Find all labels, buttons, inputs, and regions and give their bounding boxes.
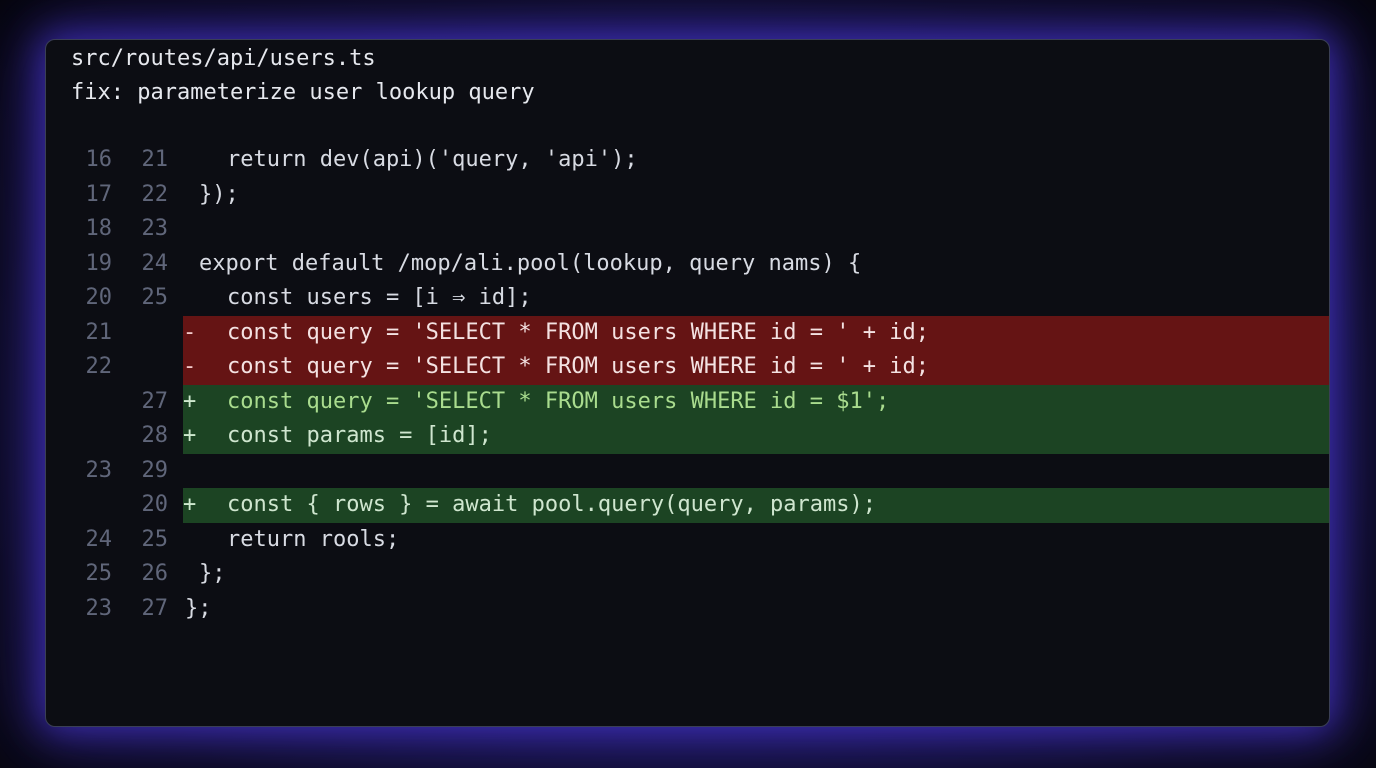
diff-line-deleted[interactable]: 22 - const query = 'SELECT * FROM users WH… <box>46 350 1329 385</box>
code-text: const query = 'SELECT * FROM users WHERE… <box>227 388 890 414</box>
diff-line-context[interactable]: 17 22}); <box>46 178 1329 213</box>
code-text: return dev(api)('query, 'api'); <box>227 147 638 172</box>
old-line-number: 19 <box>85 250 113 276</box>
code-text: const query = 'SELECT * FROM users WHERE… <box>227 354 929 379</box>
code-text: const params = [id]; <box>227 423 492 448</box>
diff-line-deleted[interactable]: 21 - const query = 'SELECT * FROM users WH… <box>46 315 1329 350</box>
old-line-number: 25 <box>85 561 113 586</box>
diff-line-context[interactable]: 18 23 <box>46 212 1329 247</box>
commit-message: fix: parameterize user lookup query <box>71 80 535 105</box>
plus-marker: + <box>183 423 197 448</box>
new-line-number: 25 <box>141 285 169 310</box>
old-line-number: 22 <box>85 354 113 379</box>
code-text: }; <box>185 595 212 621</box>
diff-line-context[interactable]: 25 26}; <box>46 557 1329 592</box>
old-line-number: 24 <box>85 526 113 552</box>
new-line-number: 29 <box>141 457 169 483</box>
diff-viewer-panel: src/routes/api/users.ts fix: parameteriz… <box>45 39 1330 727</box>
new-line-number: 24 <box>141 250 169 276</box>
old-line-number: 23 <box>85 457 113 483</box>
old-line-number: 17 <box>85 181 113 207</box>
new-line-number: 27 <box>141 595 169 621</box>
diff-line-context[interactable]: 16 21 return dev(api)('query, 'api'); <box>46 143 1329 178</box>
minus-marker: - <box>183 319 197 345</box>
diff-line-context[interactable]: 20 25 const users = [i ⇒ id]; <box>46 281 1329 316</box>
code-text: const query = 'SELECT * FROM users WHERE… <box>227 319 929 345</box>
file-path[interactable]: src/routes/api/users.ts <box>71 42 376 76</box>
old-line-number: 16 <box>85 147 113 172</box>
new-line-number: 23 <box>141 216 169 241</box>
diff-hunk: 16 21 return dev(api)('query, 'api'); 17 22}… <box>46 143 1329 626</box>
diff-line-context[interactable]: 23 29 <box>46 454 1329 489</box>
diff-line-context[interactable]: 19 24 export default /mop/ali.pool(lookup,… <box>46 247 1329 282</box>
old-line-number: 20 <box>85 285 113 310</box>
code-text: }; <box>199 561 226 586</box>
new-line-number: 22 <box>141 181 169 207</box>
code-text: }); <box>199 181 239 207</box>
plus-marker: + <box>183 492 197 517</box>
code-text: export default /mop/ali.pool(lookup, que… <box>199 250 862 276</box>
old-line-number: 18 <box>85 216 113 241</box>
code-text: const users = [i ⇒ id]; <box>227 285 532 310</box>
new-line-number: 27 <box>141 388 169 414</box>
diff-line-added[interactable]: 20 + const { rows } = await pool.query(que… <box>46 488 1329 523</box>
new-line-number: 28 <box>141 423 169 448</box>
plus-marker: + <box>183 388 197 414</box>
old-line-number: 23 <box>85 595 113 621</box>
code-text: const { rows } = await pool.query(query,… <box>227 492 877 517</box>
new-line-number: 21 <box>141 147 169 172</box>
old-line-number: 21 <box>85 319 113 345</box>
diff-line-added[interactable]: 28 + const params = [id]; <box>46 419 1329 454</box>
diff-line-context[interactable]: 23 27}; <box>46 592 1329 627</box>
new-line-number: 20 <box>141 492 169 517</box>
diff-line-added[interactable]: 27 + const query = 'SELECT * FROM users WH… <box>46 384 1329 419</box>
new-line-number: 26 <box>141 561 169 586</box>
diff-line-context[interactable]: 24 25 return rools; <box>46 523 1329 558</box>
minus-marker: - <box>183 354 197 379</box>
code-text: return rools; <box>227 526 400 552</box>
new-line-number: 25 <box>141 526 169 552</box>
